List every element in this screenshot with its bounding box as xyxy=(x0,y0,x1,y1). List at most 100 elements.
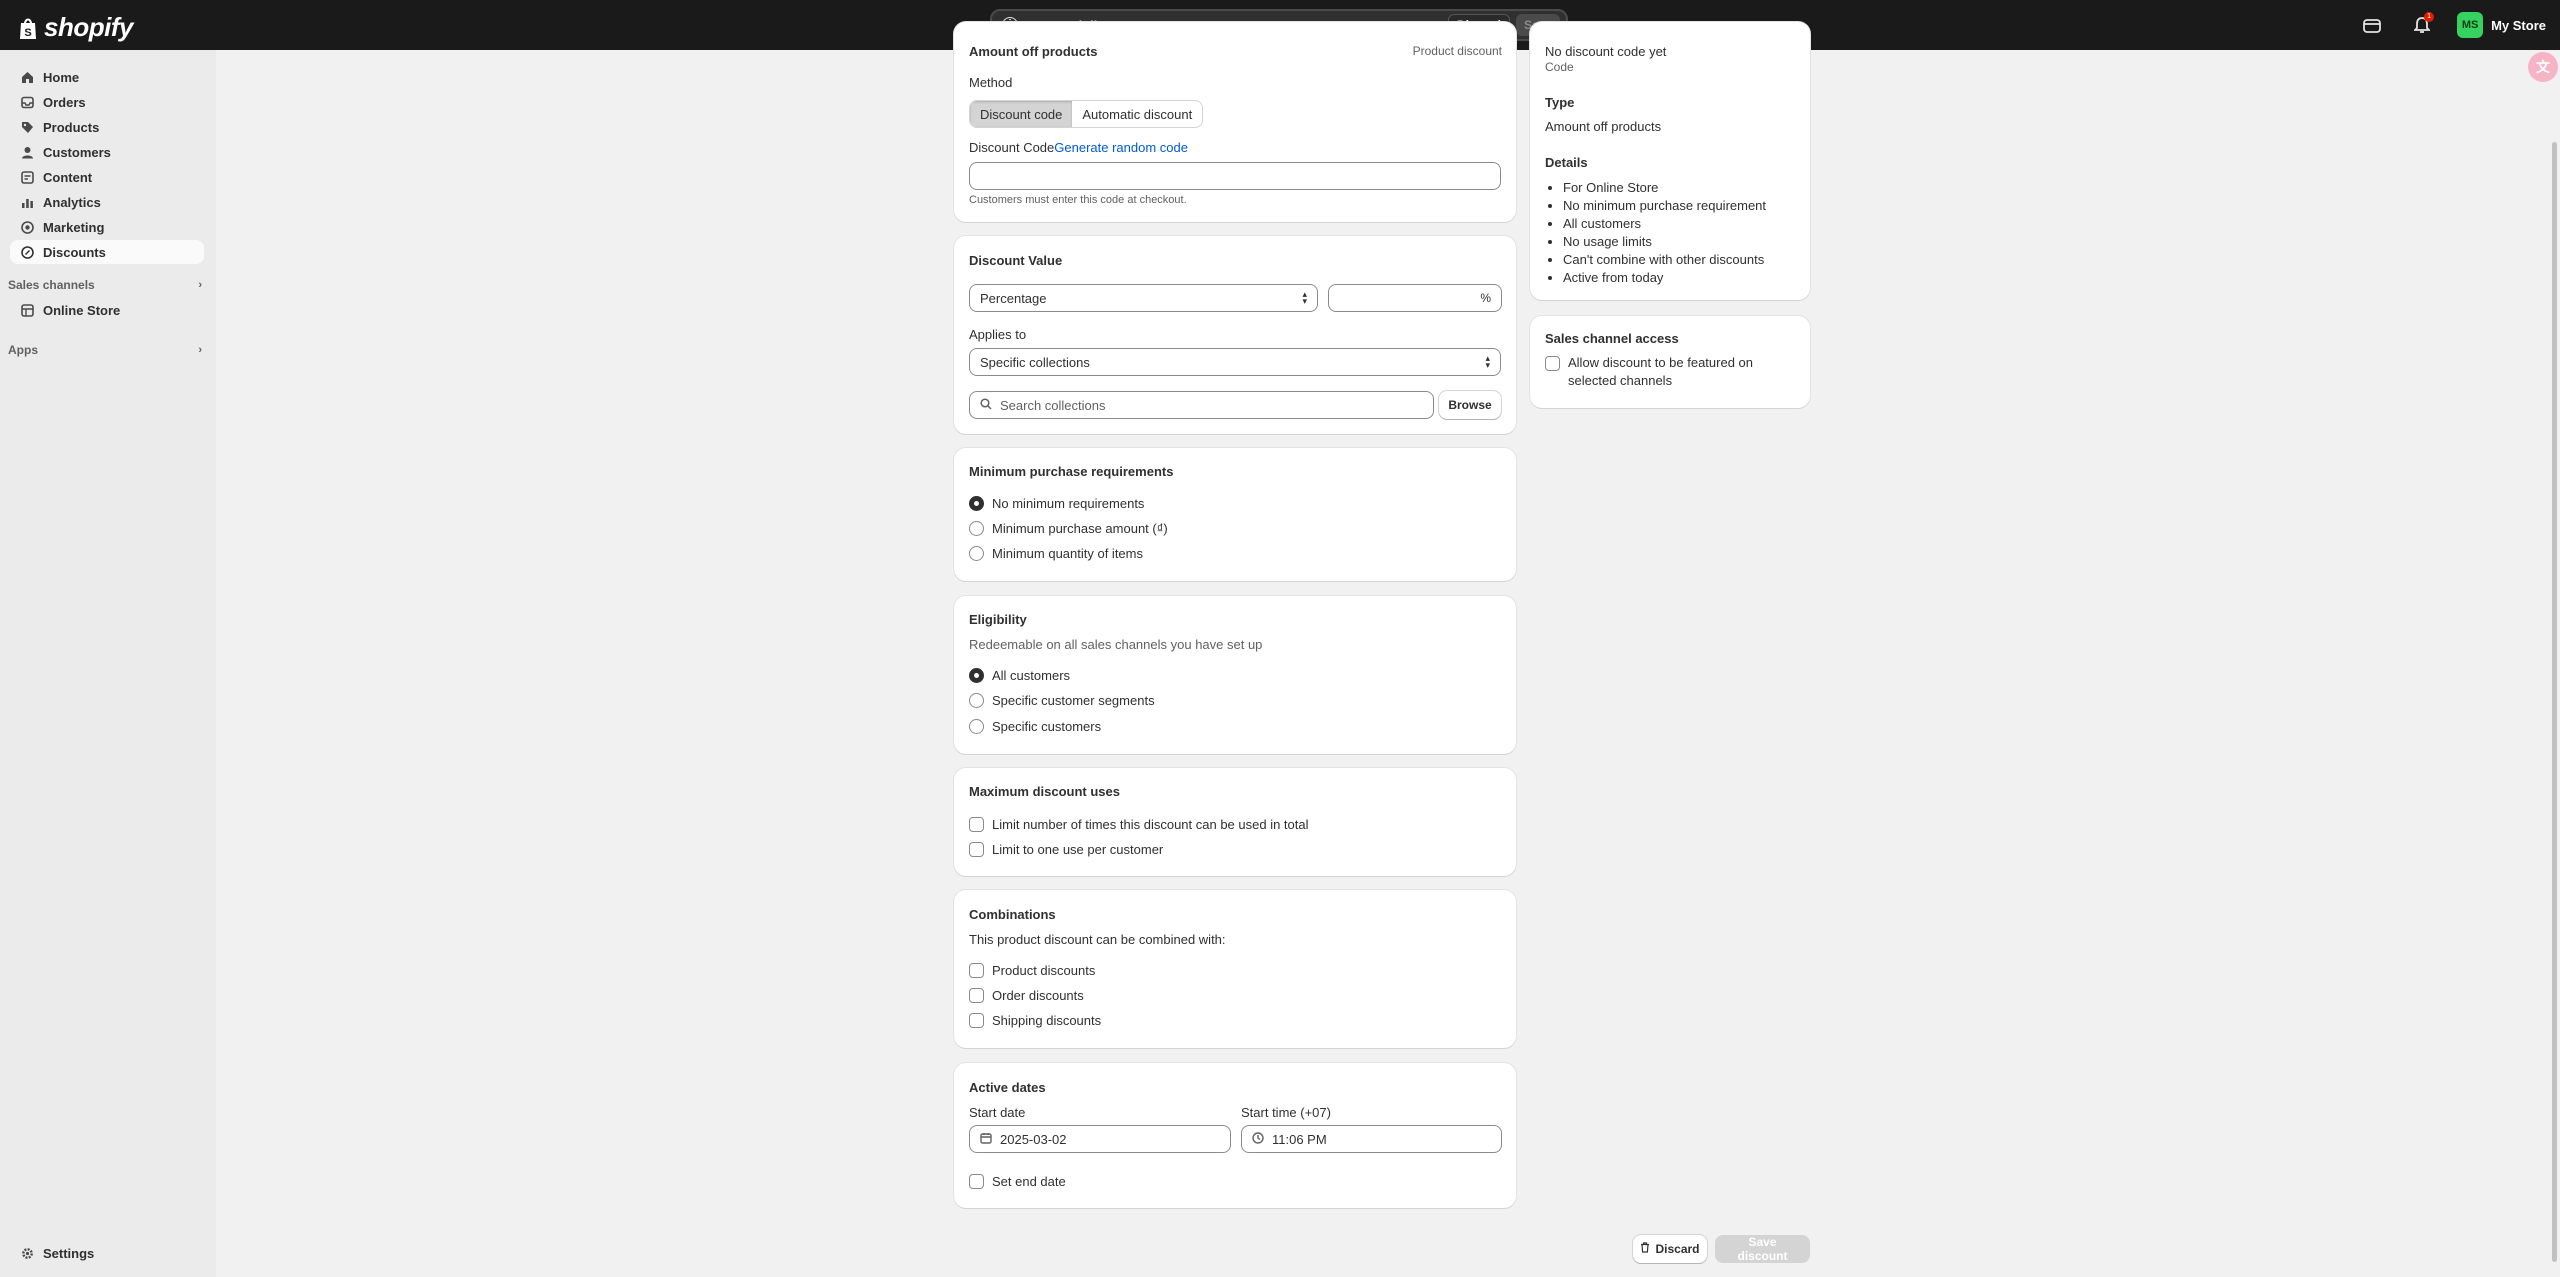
list-item: No minimum purchase requirement xyxy=(1563,197,1766,215)
discount-code-help: Customers must enter this code at checko… xyxy=(969,194,1187,206)
browse-button[interactable]: Browse xyxy=(1439,391,1501,419)
checkbox-shipping-discounts[interactable] xyxy=(969,1013,984,1028)
footer-discard-label: Discard xyxy=(1655,1242,1700,1256)
sidebar-item-home[interactable]: Home xyxy=(10,65,204,89)
sidebar-item-label: Products xyxy=(43,119,100,135)
radio-label: Specific customer segments xyxy=(992,693,1155,708)
topbar-actions: 1 MS My Store xyxy=(2357,10,2546,40)
clock-icon xyxy=(1252,1131,1264,1147)
discount-type-select[interactable]: Percentage ▴ ▾ xyxy=(969,284,1318,312)
summary-type-value: Amount off products xyxy=(1545,119,1662,134)
card-title: Maximum discount uses xyxy=(969,784,1120,799)
apps-header[interactable]: Apps › xyxy=(8,343,202,357)
radio-minimum-quantity[interactable] xyxy=(969,546,984,561)
notification-badge: 1 xyxy=(2424,12,2435,22)
notification-bell-icon[interactable]: 1 xyxy=(2407,10,2437,40)
sales-channel-access-card: Sales channel access Allow discount to b… xyxy=(1530,316,1810,408)
method-label: Method xyxy=(969,75,1013,90)
store-icon[interactable] xyxy=(2357,10,2387,40)
checkbox-set-end-date[interactable] xyxy=(969,1174,984,1189)
radio-minimum-amount[interactable] xyxy=(969,521,984,536)
list-item: All customers xyxy=(1563,215,1766,233)
sidebar-item-analytics[interactable]: Analytics xyxy=(10,190,204,214)
card-title: Minimum purchase requirements xyxy=(969,464,1174,479)
radio-no-minimum[interactable] xyxy=(969,496,984,511)
sidebar-item-label: Online Store xyxy=(43,302,121,318)
sidebar-item-label: Marketing xyxy=(43,219,105,235)
radio-customer-segments[interactable] xyxy=(969,693,984,708)
summary-code-text: No discount code yet xyxy=(1545,44,1667,59)
sidebar-item-marketing[interactable]: Marketing xyxy=(10,215,204,239)
generate-code-link[interactable]: Generate random code xyxy=(1054,140,1188,155)
sidebar-item-label: Discounts xyxy=(43,244,106,260)
discount-value-card: Discount Value Percentage ▴ ▾ % Applies t… xyxy=(954,236,1516,434)
sidebar: Home Orders Products Customers Content A… xyxy=(0,50,216,1277)
select-arrows-icon: ▴ ▾ xyxy=(1302,289,1307,306)
summary-details-heading: Details xyxy=(1545,155,1588,170)
sidebar-item-products[interactable]: Products xyxy=(10,115,204,139)
sidebar-item-orders[interactable]: Orders xyxy=(10,90,204,114)
discount-icon xyxy=(20,245,34,259)
method-card: Amount off products Product discount Met… xyxy=(954,22,1516,222)
sidebar-item-label: Customers xyxy=(43,144,111,160)
radio-all-customers[interactable] xyxy=(969,668,984,683)
checkbox-label: Limit number of times this discount can … xyxy=(992,817,1309,832)
discount-amount-input[interactable]: % xyxy=(1328,284,1502,312)
page-scrollbar[interactable] xyxy=(2552,142,2557,1262)
card-title: Eligibility xyxy=(969,612,1027,627)
sidebar-item-customers[interactable]: Customers xyxy=(10,140,204,164)
summary-code-label: Code xyxy=(1545,60,1574,74)
summary-type-heading: Type xyxy=(1545,95,1575,110)
sidebar-item-label: Orders xyxy=(43,94,86,110)
sidebar-item-discounts[interactable]: Discounts xyxy=(10,240,204,264)
calendar-icon xyxy=(980,1132,992,1147)
list-item: For Online Store xyxy=(1563,179,1766,197)
chart-icon xyxy=(20,195,34,209)
sidebar-item-online-store[interactable]: Online Store xyxy=(10,298,204,322)
select-value: Percentage xyxy=(980,290,1047,306)
discount-code-label-text: Discount Code xyxy=(969,140,1055,155)
footer-discard-button[interactable]: Discard xyxy=(1633,1235,1707,1263)
eligibility-subtitle: Redeemable on all sales channels you hav… xyxy=(969,637,1263,652)
card-title: Combinations xyxy=(969,907,1056,922)
checkbox-product-discounts[interactable] xyxy=(969,963,984,978)
shopify-logo[interactable]: S shopify xyxy=(18,12,133,43)
list-item: Active from today xyxy=(1563,269,1766,287)
discount-code-input[interactable] xyxy=(969,162,1501,190)
sidebar-item-label: Content xyxy=(43,169,93,185)
radio-label: Minimum quantity of items xyxy=(992,546,1143,561)
sidebar-item-content[interactable]: Content xyxy=(10,165,204,189)
checkbox-limit-per-customer[interactable] xyxy=(969,842,984,857)
maximum-uses-card: Maximum discount uses Limit number of ti… xyxy=(954,768,1516,876)
start-time-label: Start time (+07) xyxy=(1241,1105,1331,1120)
sales-channels-header[interactable]: Sales channels › xyxy=(8,278,202,292)
discount-code-label: Discount CodeGenerate random code xyxy=(969,140,1188,155)
chevron-right-icon: › xyxy=(198,279,202,291)
radio-specific-customers[interactable] xyxy=(969,719,984,734)
checkbox-label: Set end date xyxy=(992,1174,1066,1189)
list-item: No usage limits xyxy=(1563,233,1766,251)
tag-icon xyxy=(20,120,34,134)
store-name: My Store xyxy=(2491,17,2546,33)
method-option-automatic[interactable]: Automatic discount xyxy=(1072,101,1202,127)
sidebar-item-label: Settings xyxy=(43,1245,95,1261)
start-time-input[interactable]: 11:06 PM xyxy=(1241,1125,1502,1153)
home-icon xyxy=(20,70,34,84)
method-option-discount-code[interactable]: Discount code xyxy=(970,101,1073,127)
gear-icon xyxy=(20,1246,34,1260)
checkbox-order-discounts[interactable] xyxy=(969,988,984,1003)
checkbox-limit-total[interactable] xyxy=(969,817,984,832)
search-collections-input[interactable]: Search collections xyxy=(969,391,1434,419)
content-icon xyxy=(20,170,34,184)
start-date-input[interactable]: 2025-03-02 xyxy=(969,1125,1231,1153)
sidebar-item-settings[interactable]: Settings xyxy=(10,1241,204,1265)
card-title: Discount Value xyxy=(969,253,1063,268)
combinations-subtitle: This product discount can be combined wi… xyxy=(969,932,1226,947)
translate-widget-icon[interactable]: 文 xyxy=(2528,52,2558,82)
applies-to-select[interactable]: Specific collections ▴ ▾ xyxy=(969,348,1501,376)
inbox-icon xyxy=(20,95,34,109)
store-menu[interactable]: MS My Store xyxy=(2457,12,2546,38)
chevron-right-icon: › xyxy=(198,344,202,356)
checkbox-featured-channels[interactable] xyxy=(1545,356,1560,371)
save-discount-button[interactable]: Save discount xyxy=(1715,1235,1810,1263)
